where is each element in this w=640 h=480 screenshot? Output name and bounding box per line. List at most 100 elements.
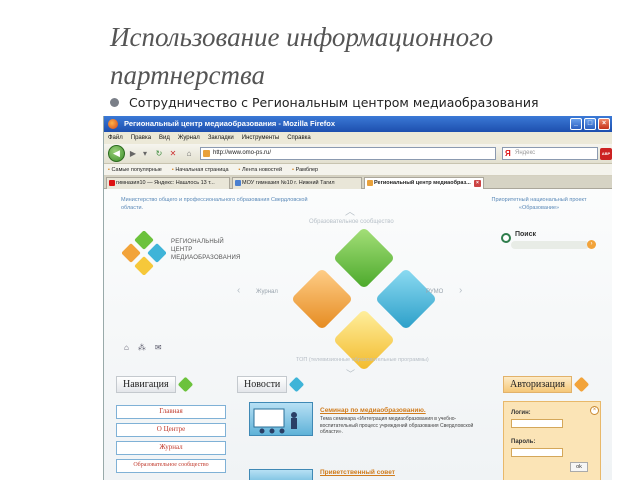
tab-close-icon[interactable]: ×	[474, 180, 481, 187]
search-icon	[501, 233, 511, 243]
navigation-toolbar: ◀ ▶ ▾ ↻ ✕ ⌂ http://www.omo-ps.ru/ Я Янде…	[104, 144, 612, 164]
search-input[interactable]	[511, 241, 589, 249]
utility-icons: ⌂ ⁂ ✉	[124, 343, 162, 352]
home-icon[interactable]: ⌂	[124, 343, 129, 352]
password-input[interactable]	[511, 448, 563, 457]
tab-favicon-icon	[235, 180, 241, 186]
news-thumbnail-1[interactable]	[249, 402, 313, 436]
search-go-icon[interactable]: ›	[587, 240, 596, 249]
news-text-1: Тема семинара «Интеграция медиаобразован…	[320, 416, 474, 435]
search-bar[interactable]: Я Яндекс	[502, 147, 598, 160]
news-header: Новости	[237, 376, 305, 393]
nav-community-button[interactable]: Образовательное сообщество	[116, 459, 226, 473]
back-arrow-icon[interactable]: ◀	[108, 145, 125, 162]
slide-title: Использование информационного партнерств…	[110, 22, 494, 90]
site-favicon-icon	[203, 150, 210, 157]
bullet-text: Сотрудничество с Региональным центром ме…	[129, 94, 539, 110]
rumo-label[interactable]: РУМО	[426, 289, 443, 295]
menu-history[interactable]: Журнал	[178, 132, 200, 144]
minimize-icon[interactable]: _	[570, 118, 582, 130]
close-icon[interactable]: ×	[598, 118, 610, 130]
center-logo-icon	[121, 230, 167, 276]
forward-arrow-icon[interactable]: ▶	[128, 149, 138, 159]
bookmark-popular[interactable]: Самые популярные	[108, 164, 161, 175]
url-bar[interactable]: http://www.omo-ps.ru/	[200, 147, 496, 160]
auth-header-label: Авторизация	[503, 376, 572, 393]
tab-gymnasium[interactable]: МОУ гимназия №10 г. Нижний Тагил	[232, 177, 362, 189]
bullet-row: Сотрудничество с Региональным центром ме…	[110, 93, 538, 111]
menu-edit[interactable]: Правка	[131, 132, 151, 144]
community-label[interactable]: Образовательное сообщество	[309, 219, 394, 225]
reload-icon[interactable]: ↻	[154, 149, 164, 159]
tab-yandex[interactable]: гимназия10 — Яндекс: Нашлось 13 т...	[106, 177, 230, 189]
login-label: Логин:	[511, 410, 531, 416]
bookmarks-toolbar: Самые популярные Начальная страница Лент…	[104, 164, 612, 176]
auth-header: Авторизация	[503, 376, 590, 393]
chevron-up-icon[interactable]: ︿	[345, 203, 355, 218]
chevron-down-icon[interactable]: ﹀	[346, 367, 355, 380]
bookmark-news-feed[interactable]: Лента новостей	[239, 164, 282, 175]
green-diamond-icon	[177, 376, 193, 393]
menu-bar: Файл Правка Вид Журнал Закладки Инструме…	[104, 132, 612, 144]
search-label: Поиск	[515, 231, 537, 238]
tab-media-center[interactable]: Региональный центр медиаобраз... ×	[364, 177, 484, 189]
window-controls: _ □ ×	[570, 118, 610, 130]
main-diamond-menu	[290, 226, 438, 372]
home-icon[interactable]: ⌂	[184, 149, 194, 159]
menu-view[interactable]: Вид	[159, 132, 170, 144]
news-thumbnail-2[interactable]	[249, 469, 313, 480]
bookmark-rambler[interactable]: Рамблер	[292, 164, 319, 175]
tab-label: МОУ гимназия №10 г. Нижний Тагил	[242, 180, 335, 186]
menu-help[interactable]: Справка	[287, 132, 311, 144]
ok-button[interactable]: ok	[570, 462, 588, 472]
nav-about-button[interactable]: О Центре	[116, 423, 226, 437]
yandex-logo-icon: Я	[505, 149, 511, 158]
news-title-2[interactable]: Приветственный совет	[320, 469, 395, 476]
orange-diamond-icon	[573, 376, 590, 393]
tab-label: гимназия10 — Яндекс: Нашлось 13 т...	[116, 180, 215, 186]
auth-close-icon[interactable]: ×	[590, 406, 599, 415]
stop-icon[interactable]: ✕	[168, 149, 178, 159]
browser-screenshot: Региональный центр медиаобразования - Mo…	[103, 116, 612, 480]
news-header-label: Новости	[237, 376, 288, 393]
adblock-icon[interactable]: ABP	[600, 148, 612, 160]
window-titlebar: Региональный центр медиаобразования - Mo…	[104, 116, 612, 132]
top-programs-link[interactable]: ТОП (телевизионные образовательные прогр…	[296, 357, 429, 363]
password-label: Пароль:	[511, 439, 536, 445]
bookmark-start[interactable]: Начальная страница	[172, 164, 228, 175]
tab-favicon-icon	[367, 180, 373, 186]
diamond-green-icon[interactable]	[332, 226, 396, 290]
auth-panel: × Логин: Пароль: ok	[503, 401, 601, 480]
menu-file[interactable]: Файл	[108, 132, 123, 144]
tab-bar: гимназия10 — Яндекс: Нашлось 13 т... МОУ…	[104, 176, 612, 189]
diamond-orange-icon[interactable]	[290, 267, 354, 331]
chevron-left-icon[interactable]: ‹	[237, 285, 240, 296]
history-dropdown-icon[interactable]: ▾	[140, 149, 150, 159]
url-text: http://www.omo-ps.ru/	[213, 150, 272, 156]
navigation-header-label: Навигация	[116, 376, 176, 393]
national-project-link[interactable]: Приоритетный национальный проект «Образо…	[474, 196, 604, 212]
tab-favicon-icon	[109, 180, 115, 186]
center-logo-text: РЕГИОНАЛЬНЫЙ ЦЕНТР МЕДИАОБРАЗОВАНИЯ	[171, 239, 241, 261]
ministry-link[interactable]: Министерство общего и профессионального …	[121, 196, 311, 212]
blue-diamond-icon	[289, 376, 305, 393]
window-title: Региональный центр медиаобразования - Mo…	[124, 119, 336, 128]
journal-label[interactable]: Журнал	[256, 289, 278, 295]
tab-label: Региональный центр медиаобраз...	[374, 180, 471, 186]
menu-bookmarks[interactable]: Закладки	[208, 132, 234, 144]
sitemap-icon[interactable]: ⁂	[138, 343, 146, 352]
news-title-1[interactable]: Семинар по медиаобразованию.	[320, 407, 426, 414]
maximize-icon[interactable]: □	[584, 118, 596, 130]
login-input[interactable]	[511, 419, 563, 428]
nav-home-button[interactable]: Главная	[116, 405, 226, 419]
bullet-dot-icon	[110, 97, 119, 107]
firefox-logo-icon	[108, 119, 118, 129]
mail-icon[interactable]: ✉	[155, 343, 162, 352]
navigation-header: Навигация	[116, 376, 193, 393]
search-placeholder: Яндекс	[515, 150, 536, 156]
site-search: Поиск ›	[501, 231, 597, 251]
nav-journal-button[interactable]: Журнал	[116, 441, 226, 455]
menu-tools[interactable]: Инструменты	[242, 132, 279, 144]
chevron-right-icon[interactable]: ›	[459, 285, 462, 296]
diamond-blue-icon[interactable]	[374, 267, 438, 331]
